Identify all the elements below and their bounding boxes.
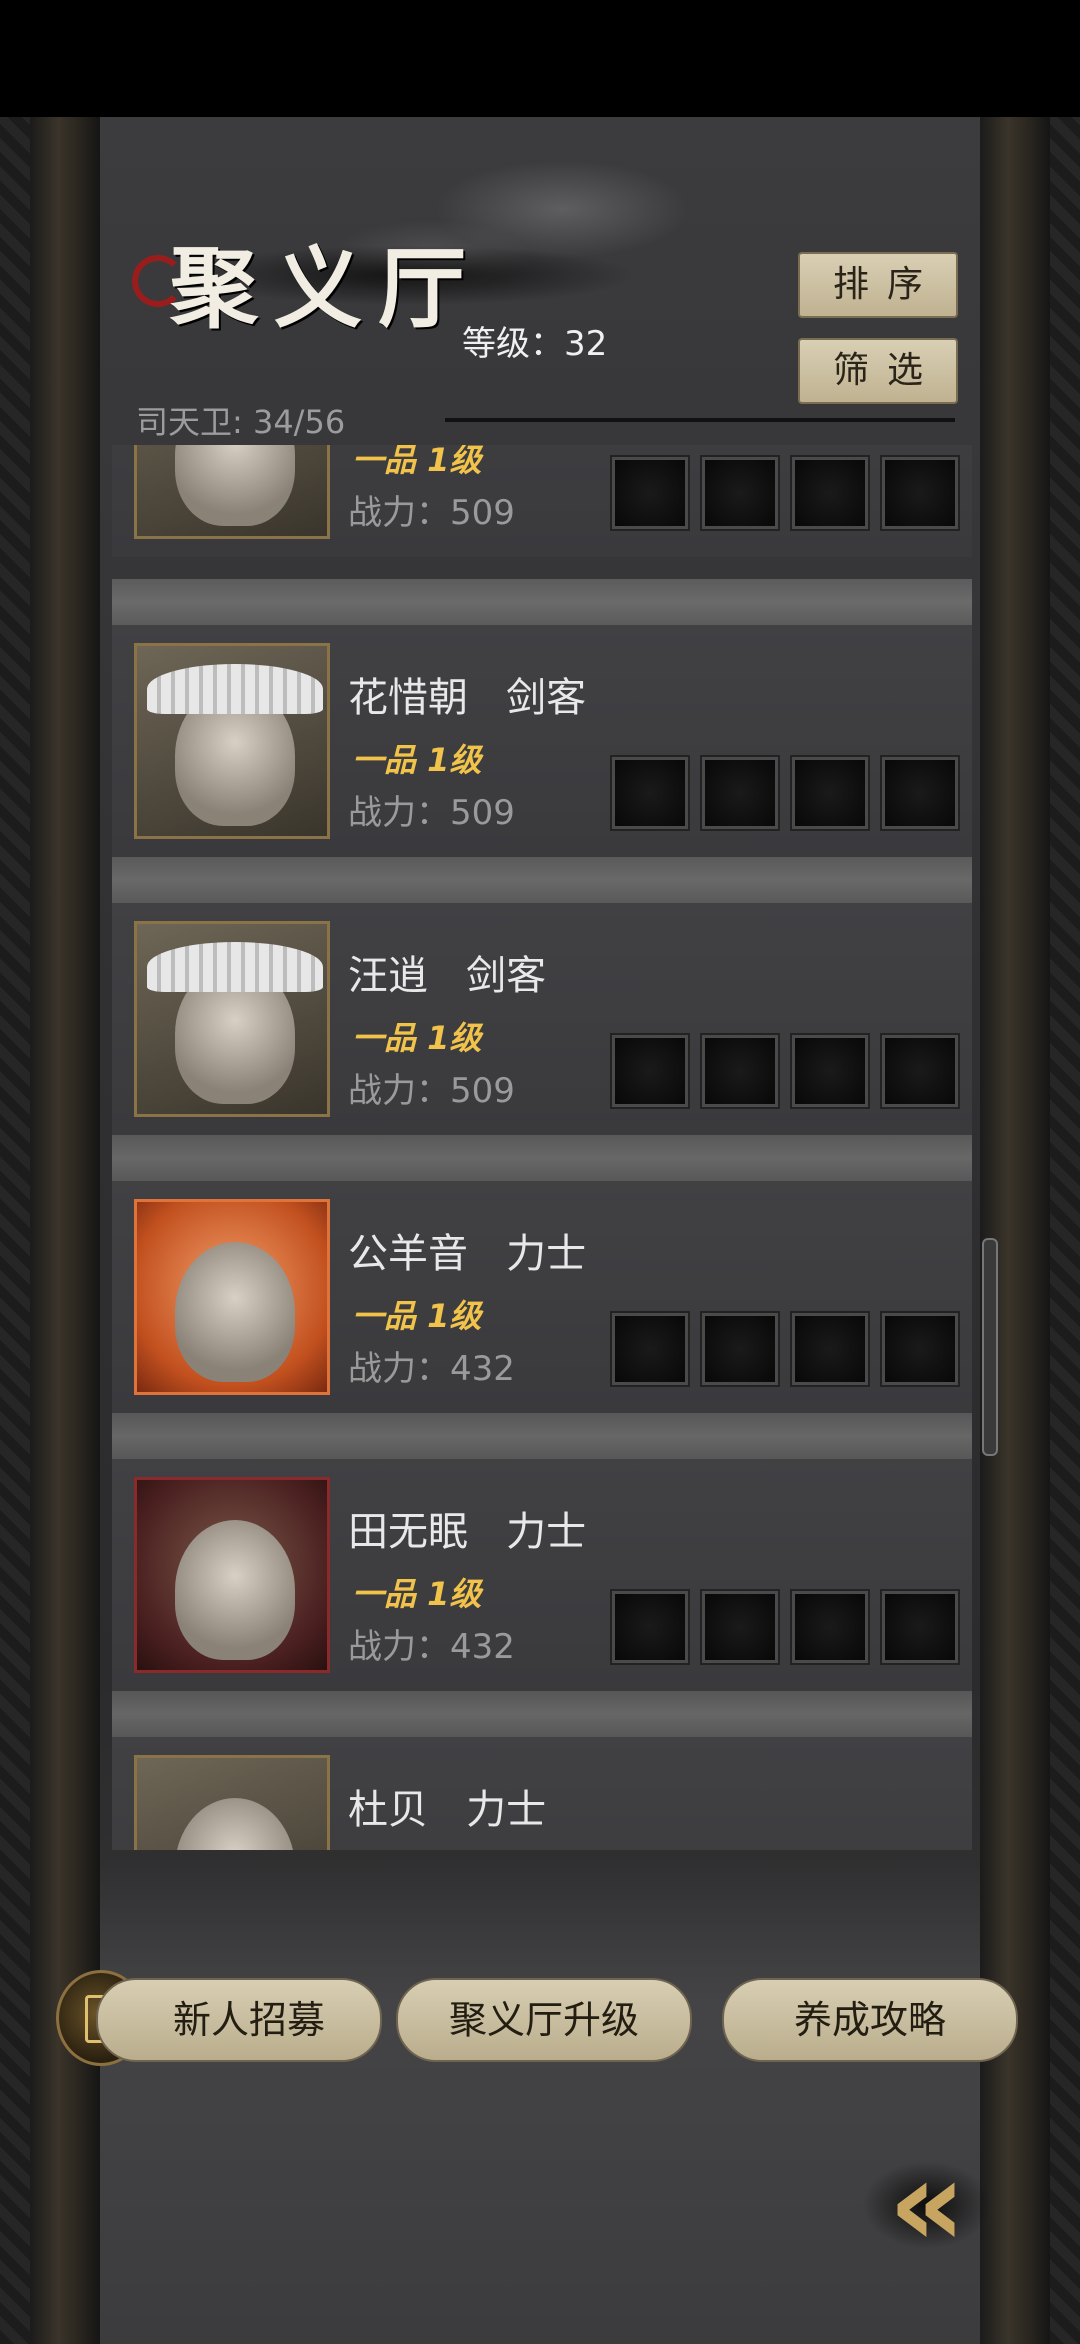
equipment-slots <box>610 755 960 831</box>
equipment-slot[interactable] <box>610 455 690 531</box>
hero-card[interactable]: 汪逍 剑客 一品 1级 战力：509 <box>112 903 972 1135</box>
equipment-slot[interactable] <box>700 1033 780 1109</box>
hero-power: 战力：432 <box>348 1349 515 1389</box>
hero-name: 杜贝 力士 <box>348 1787 547 1833</box>
recruit-button[interactable]: 新人招募 <box>96 1978 382 2062</box>
hero-list[interactable]: 一品 1级 战力：509 花惜朝 剑客 一品 1级 战力：509 汪逍 剑客 一… <box>112 445 972 1850</box>
hall-level: 等级：32 <box>462 324 608 364</box>
hall-upgrade-button[interactable]: 聚义厅升级 <box>396 1978 692 2062</box>
equipment-slot[interactable] <box>880 1311 960 1387</box>
guide-button[interactable]: 养成攻略 <box>722 1978 1018 2062</box>
card-divider <box>112 579 972 625</box>
hero-rank: 一品 1级 <box>352 1019 482 1057</box>
equipment-slot[interactable] <box>610 1311 690 1387</box>
divider <box>445 418 955 422</box>
right-frame <box>1050 117 1080 2344</box>
equipment-slot[interactable] <box>700 1589 780 1665</box>
card-divider <box>112 1135 972 1181</box>
hero-rank: 一品 1级 <box>352 1297 482 1335</box>
equipment-slot[interactable] <box>610 1589 690 1665</box>
hero-portrait <box>134 1199 330 1395</box>
hero-card[interactable]: 公羊音 力士 一品 1级 战力：432 <box>112 1181 972 1413</box>
list-scrollbar[interactable] <box>982 1238 998 1456</box>
card-divider <box>112 1413 972 1459</box>
hero-portrait <box>134 643 330 839</box>
left-frame <box>0 117 30 2344</box>
equipment-slot[interactable] <box>790 455 870 531</box>
hero-card[interactable]: 杜贝 力士 <box>112 1737 972 1850</box>
filter-button[interactable]: 筛选 <box>798 338 958 404</box>
equipment-slot[interactable] <box>880 455 960 531</box>
hero-portrait <box>134 445 330 539</box>
hero-rank: 一品 1级 <box>352 1575 482 1613</box>
page-title: 聚义厅 <box>170 236 483 340</box>
equipment-slot[interactable] <box>610 1033 690 1109</box>
member-count: 司天卫: 34/56 <box>136 403 346 441</box>
hero-card[interactable]: 田无眠 力士 一品 1级 战力：432 <box>112 1459 972 1691</box>
card-divider <box>112 1691 972 1737</box>
equipment-slot[interactable] <box>880 755 960 831</box>
hero-name: 汪逍 剑客 <box>348 953 547 999</box>
equipment-slot[interactable] <box>700 755 780 831</box>
hero-portrait <box>134 1755 330 1850</box>
hero-power: 战力：509 <box>348 793 515 833</box>
hero-name: 田无眠 力士 <box>348 1509 587 1555</box>
equipment-slot[interactable] <box>700 1311 780 1387</box>
hero-card[interactable]: 花惜朝 剑客 一品 1级 战力：509 <box>112 625 972 857</box>
hero-portrait <box>134 1477 330 1673</box>
equipment-slot[interactable] <box>610 755 690 831</box>
equipment-slot[interactable] <box>880 1033 960 1109</box>
equipment-slot[interactable] <box>790 1589 870 1665</box>
equipment-slot[interactable] <box>790 1311 870 1387</box>
sort-button[interactable]: 排序 <box>798 252 958 318</box>
equipment-slot[interactable] <box>790 755 870 831</box>
hero-power: 战力：509 <box>348 493 515 533</box>
equipment-slots <box>610 1033 960 1109</box>
card-divider <box>112 857 972 903</box>
hero-rank: 一品 1级 <box>352 445 482 479</box>
status-bar <box>0 0 1080 117</box>
equipment-slots <box>610 1311 960 1387</box>
equipment-slots <box>610 455 960 531</box>
hero-power: 战力：509 <box>348 1071 515 1111</box>
equipment-slot[interactable] <box>790 1033 870 1109</box>
hero-name: 花惜朝 剑客 <box>348 675 587 721</box>
hero-card[interactable]: 一品 1级 战力：509 <box>112 445 972 557</box>
hero-rank: 一品 1级 <box>352 741 482 779</box>
equipment-slots <box>610 1589 960 1665</box>
equipment-slot[interactable] <box>880 1589 960 1665</box>
hero-portrait <box>134 921 330 1117</box>
equipment-slot[interactable] <box>700 455 780 531</box>
hero-name: 公羊音 力士 <box>348 1231 587 1277</box>
hero-power: 战力：432 <box>348 1627 515 1667</box>
back-button[interactable]: « <box>842 2140 1012 2270</box>
